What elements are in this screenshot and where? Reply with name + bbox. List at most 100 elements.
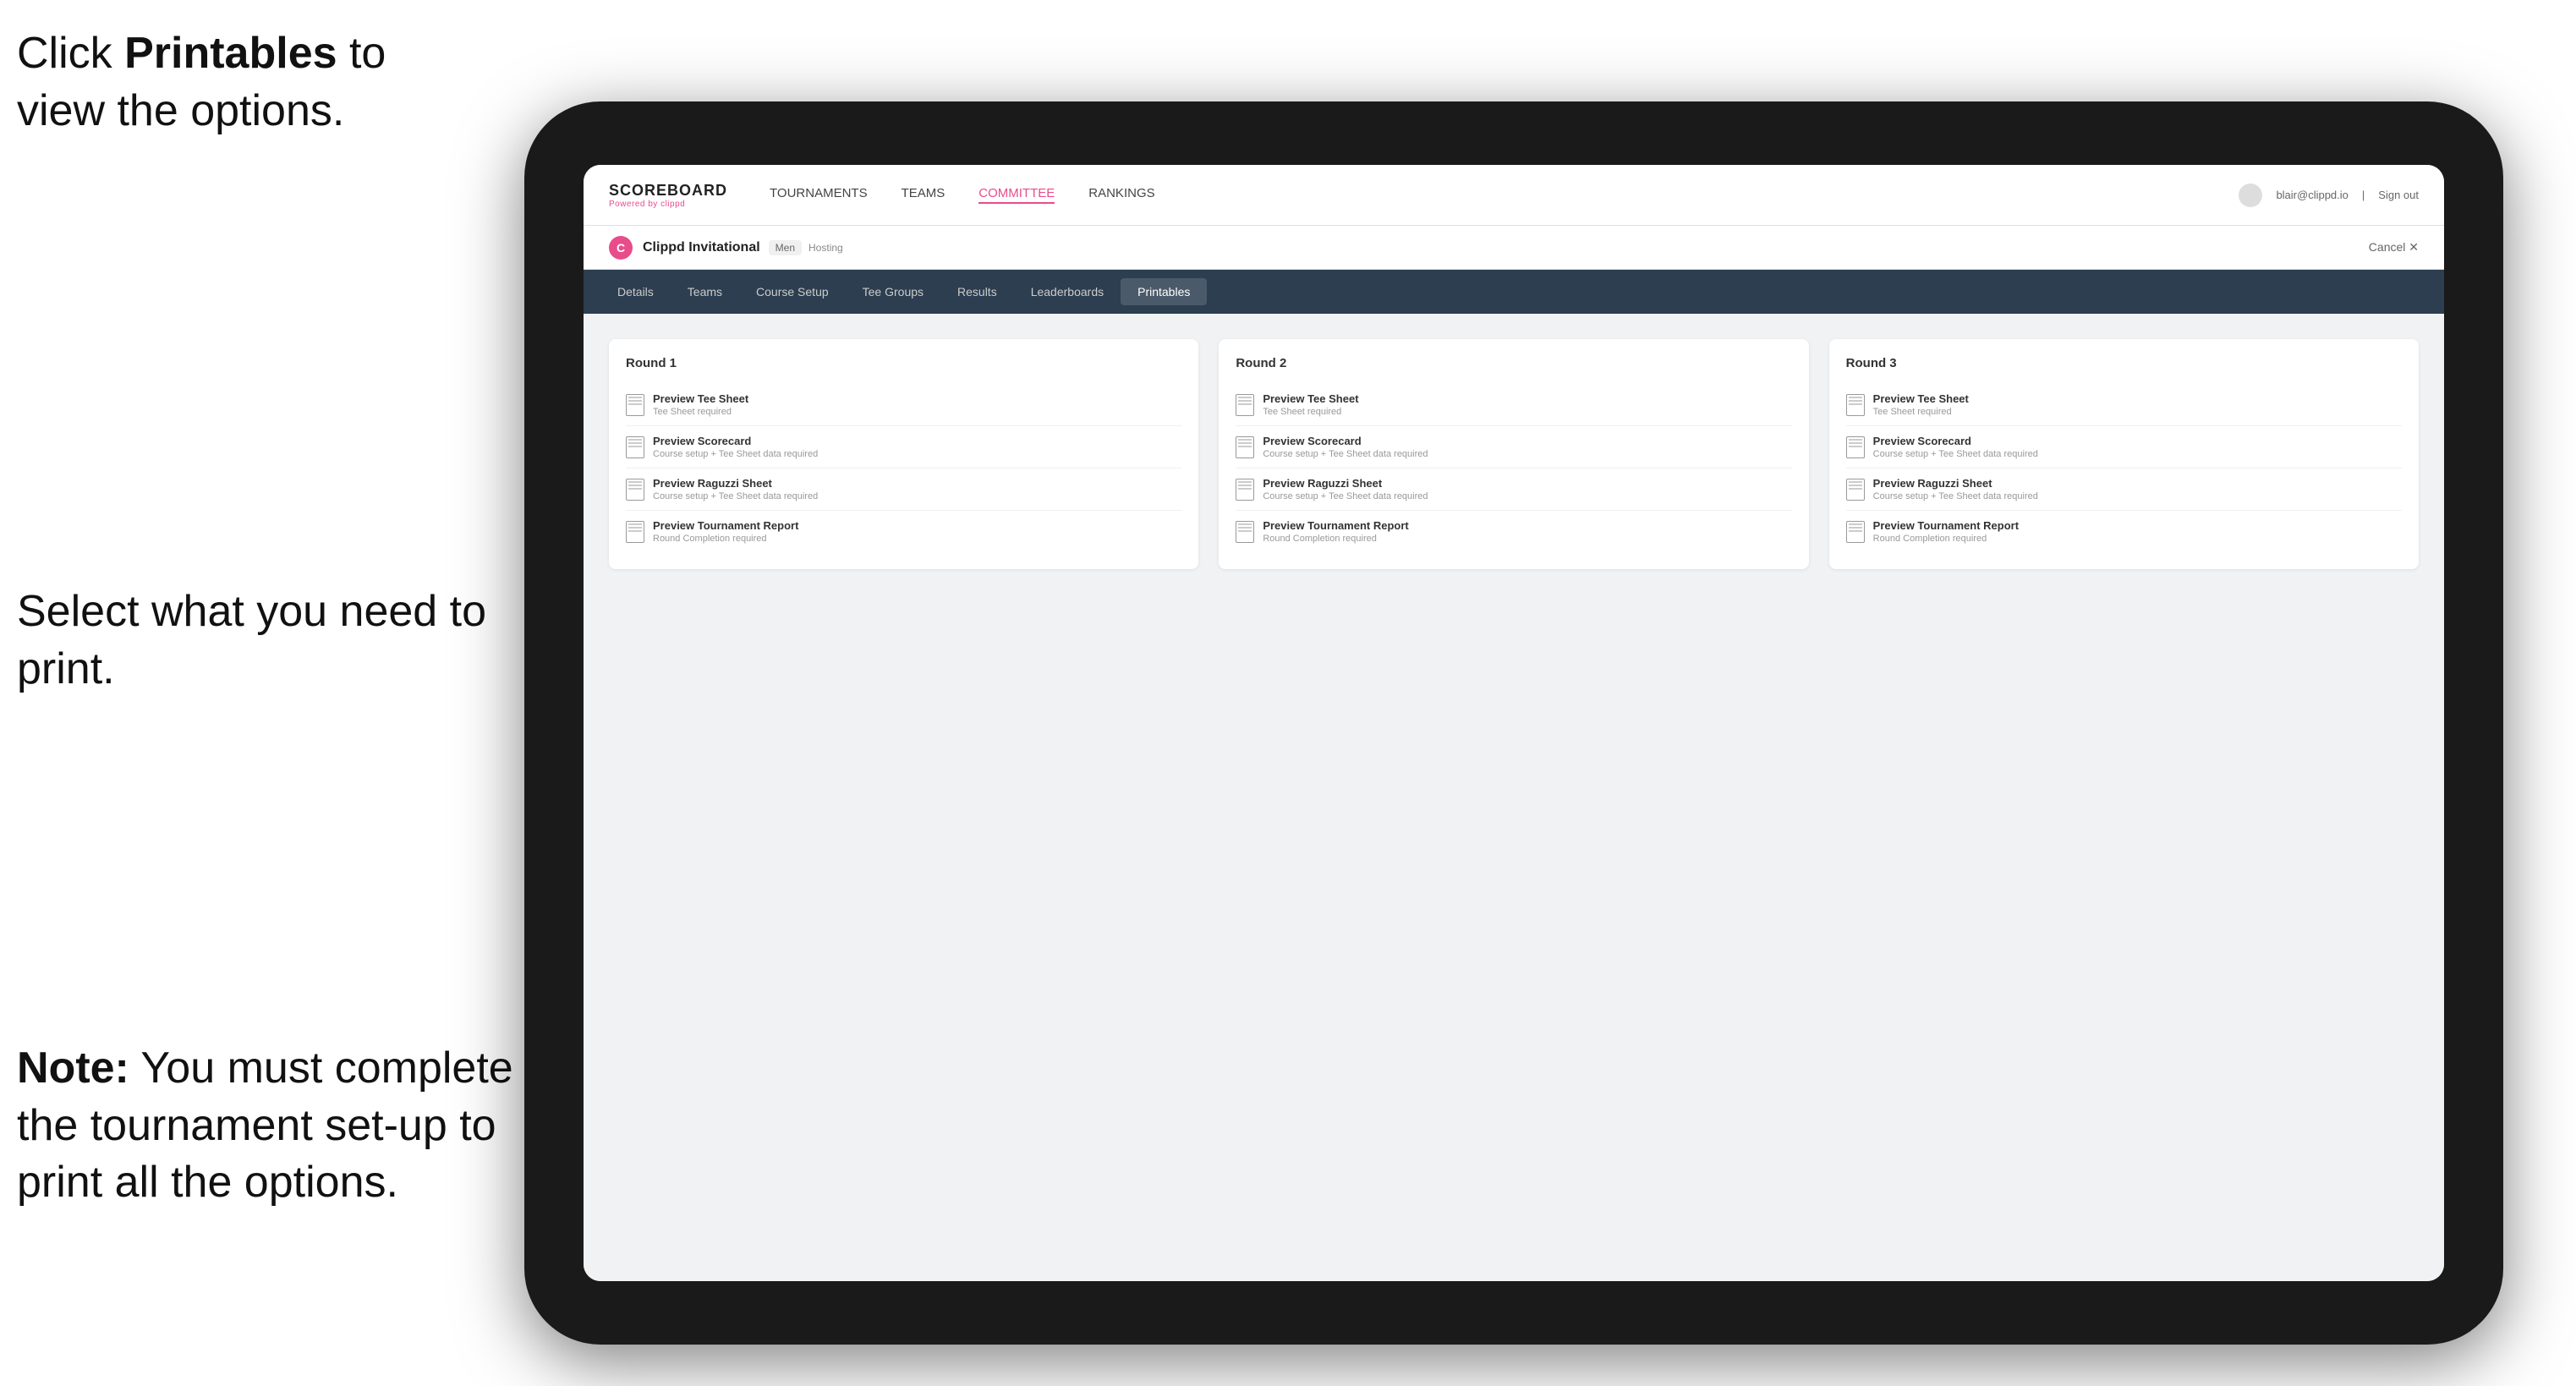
round-1-title: Round 1 <box>626 356 1181 370</box>
scorecard-icon-r2 <box>1236 436 1254 458</box>
tab-results[interactable]: Results <box>940 278 1014 305</box>
tee-sheet-label-r2: Preview Tee Sheet <box>1263 392 1791 405</box>
logo-sub: Powered by clippd <box>609 200 727 209</box>
separator: | <box>2362 189 2365 201</box>
round-1-tee-sheet[interactable]: Preview Tee Sheet Tee Sheet required <box>626 384 1181 426</box>
scorecard-sublabel-r1: Course setup + Tee Sheet data required <box>653 449 1181 459</box>
tee-sheet-sublabel-r1: Tee Sheet required <box>653 407 1181 417</box>
tee-sheet-icon-r2 <box>1236 394 1254 416</box>
tournament-report-sublabel-r2: Round Completion required <box>1263 534 1791 544</box>
round-3-tee-sheet[interactable]: Preview Tee Sheet Tee Sheet required <box>1846 384 2402 426</box>
raguzzi-sublabel-r3: Course setup + Tee Sheet data required <box>1873 491 2402 501</box>
nav-committee[interactable]: COMMITTEE <box>978 186 1055 204</box>
round-2-scorecard[interactable]: Preview Scorecard Course setup + Tee She… <box>1236 426 1791 468</box>
raguzzi-text-r1: Preview Raguzzi Sheet Course setup + Tee… <box>653 477 1181 501</box>
tee-sheet-icon-r3 <box>1846 394 1865 416</box>
tournament-badge: Men <box>769 240 802 255</box>
tee-sheet-text-r2: Preview Tee Sheet Tee Sheet required <box>1263 392 1791 417</box>
tab-printables[interactable]: Printables <box>1121 278 1207 305</box>
round-3-tournament-report[interactable]: Preview Tournament Report Round Completi… <box>1846 511 2402 552</box>
round-1-tournament-report[interactable]: Preview Tournament Report Round Completi… <box>626 511 1181 552</box>
tournament-name: Clippd Invitational <box>643 240 760 255</box>
round-2-raguzzi[interactable]: Preview Raguzzi Sheet Course setup + Tee… <box>1236 468 1791 511</box>
tee-sheet-sublabel-r2: Tee Sheet required <box>1263 407 1791 417</box>
tab-course-setup[interactable]: Course Setup <box>739 278 846 305</box>
tournament-report-text-r1: Preview Tournament Report Round Completi… <box>653 519 1181 544</box>
tournament-report-label-r3: Preview Tournament Report <box>1873 519 2402 532</box>
tab-details[interactable]: Details <box>600 278 671 305</box>
raguzzi-sublabel-r1: Course setup + Tee Sheet data required <box>653 491 1181 501</box>
tee-sheet-label-r1: Preview Tee Sheet <box>653 392 1181 405</box>
nav-rankings[interactable]: RANKINGS <box>1088 186 1154 204</box>
round-3-section: Round 3 Preview Tee Sheet Tee Sheet requ… <box>1829 339 2419 569</box>
scorecard-label-r2: Preview Scorecard <box>1263 435 1791 447</box>
round-3-scorecard[interactable]: Preview Scorecard Course setup + Tee She… <box>1846 426 2402 468</box>
round-2-title: Round 2 <box>1236 356 1791 370</box>
cancel-button[interactable]: Cancel ✕ <box>2369 240 2419 255</box>
instruction-bold: Printables <box>124 29 337 78</box>
round-2-section: Round 2 Preview Tee Sheet Tee Sheet requ… <box>1219 339 1808 569</box>
tab-bar: Details Teams Course Setup Tee Groups Re… <box>584 270 2444 314</box>
round-2-tee-sheet[interactable]: Preview Tee Sheet Tee Sheet required <box>1236 384 1791 426</box>
main-content: Round 1 Preview Tee Sheet Tee Sheet requ… <box>584 314 2444 1281</box>
tab-tee-groups[interactable]: Tee Groups <box>846 278 940 305</box>
tablet-screen: SCOREBOARD Powered by clippd TOURNAMENTS… <box>584 165 2444 1281</box>
scorecard-sublabel-r2: Course setup + Tee Sheet data required <box>1263 449 1791 459</box>
scorecard-text-r1: Preview Scorecard Course setup + Tee She… <box>653 435 1181 459</box>
instruction-top-text: Click Printables toview the options. <box>17 29 386 135</box>
instruction-bottom: Note: You must complete the tournament s… <box>17 1040 524 1212</box>
scorecard-text-r2: Preview Scorecard Course setup + Tee She… <box>1263 435 1791 459</box>
tournament-report-icon-r1 <box>626 521 644 543</box>
rounds-container: Round 1 Preview Tee Sheet Tee Sheet requ… <box>609 339 2419 569</box>
tournament-report-label-r2: Preview Tournament Report <box>1263 519 1791 532</box>
tee-sheet-icon-r1 <box>626 394 644 416</box>
tee-sheet-label-r3: Preview Tee Sheet <box>1873 392 2402 405</box>
tournament-logo: C <box>609 236 633 260</box>
scorecard-label-r3: Preview Scorecard <box>1873 435 2402 447</box>
round-2-tournament-report[interactable]: Preview Tournament Report Round Completi… <box>1236 511 1791 552</box>
logo-area: SCOREBOARD Powered by clippd <box>609 182 727 209</box>
top-nav: SCOREBOARD Powered by clippd TOURNAMENTS… <box>584 165 2444 226</box>
tab-teams[interactable]: Teams <box>671 278 739 305</box>
tournament-report-sublabel-r3: Round Completion required <box>1873 534 2402 544</box>
round-1-section: Round 1 Preview Tee Sheet Tee Sheet requ… <box>609 339 1198 569</box>
tablet-device: SCOREBOARD Powered by clippd TOURNAMENTS… <box>524 101 2503 1345</box>
tournament-report-text-r2: Preview Tournament Report Round Completi… <box>1263 519 1791 544</box>
logo-text: SCOREBOARD <box>609 182 727 200</box>
sub-header: C Clippd Invitational Men Hosting Cancel… <box>584 226 2444 270</box>
raguzzi-icon-r3 <box>1846 479 1865 501</box>
tournament-report-text-r3: Preview Tournament Report Round Completi… <box>1873 519 2402 544</box>
round-1-scorecard[interactable]: Preview Scorecard Course setup + Tee She… <box>626 426 1181 468</box>
scorecard-icon-r3 <box>1846 436 1865 458</box>
tee-sheet-text-r3: Preview Tee Sheet Tee Sheet required <box>1873 392 2402 417</box>
raguzzi-icon-r1 <box>626 479 644 501</box>
instruction-bottom-bold: Note: <box>17 1044 129 1093</box>
tee-sheet-text-r1: Preview Tee Sheet Tee Sheet required <box>653 392 1181 417</box>
tournament-report-sublabel-r1: Round Completion required <box>653 534 1181 544</box>
instruction-middle: Select what you need to print. <box>17 583 507 698</box>
tournament-report-icon-r3 <box>1846 521 1865 543</box>
tournament-report-icon-r2 <box>1236 521 1254 543</box>
round-3-raguzzi[interactable]: Preview Raguzzi Sheet Course setup + Tee… <box>1846 468 2402 511</box>
nav-teams[interactable]: TEAMS <box>902 186 945 204</box>
top-nav-right: blair@clippd.io | Sign out <box>2239 184 2419 207</box>
nav-tournaments[interactable]: TOURNAMENTS <box>770 186 868 204</box>
scorecard-sublabel-r3: Course setup + Tee Sheet data required <box>1873 449 2402 459</box>
scorecard-label-r1: Preview Scorecard <box>653 435 1181 447</box>
raguzzi-text-r2: Preview Raguzzi Sheet Course setup + Tee… <box>1263 477 1791 501</box>
instruction-top: Click Printables toview the options. <box>17 25 386 140</box>
raguzzi-label-r3: Preview Raguzzi Sheet <box>1873 477 2402 490</box>
round-3-title: Round 3 <box>1846 356 2402 370</box>
raguzzi-label-r2: Preview Raguzzi Sheet <box>1263 477 1791 490</box>
round-1-raguzzi[interactable]: Preview Raguzzi Sheet Course setup + Tee… <box>626 468 1181 511</box>
tee-sheet-sublabel-r3: Tee Sheet required <box>1873 407 2402 417</box>
raguzzi-label-r1: Preview Raguzzi Sheet <box>653 477 1181 490</box>
raguzzi-text-r3: Preview Raguzzi Sheet Course setup + Tee… <box>1873 477 2402 501</box>
instruction-bottom-text: Note: You must complete the tournament s… <box>17 1044 513 1207</box>
top-nav-links: TOURNAMENTS TEAMS COMMITTEE RANKINGS <box>770 186 2239 204</box>
raguzzi-icon-r2 <box>1236 479 1254 501</box>
tab-leaderboards[interactable]: Leaderboards <box>1014 278 1121 305</box>
hosting-badge: Hosting <box>808 242 843 254</box>
scorecard-icon-r1 <box>626 436 644 458</box>
sign-out-link[interactable]: Sign out <box>2378 189 2419 201</box>
